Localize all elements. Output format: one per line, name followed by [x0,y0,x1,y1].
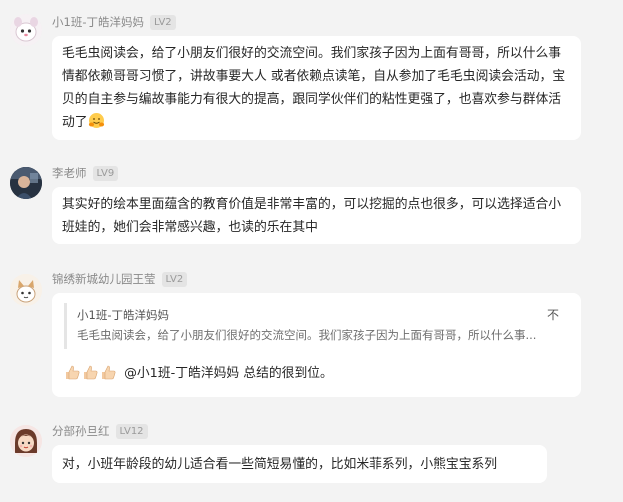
message-bubble: 对，小班年龄段的幼儿适合看一些简短易懂的，比如米菲系列，小熊宝宝系列 [52,445,547,483]
level-badge: LV2 [161,271,188,287]
message-text: @小1班-丁皓洋妈妈 总结的很到位。 [124,366,333,381]
thumbs-up-icon [100,364,117,381]
avatar[interactable] [10,274,42,306]
quoted-message[interactable]: 小1班-丁皓洋妈妈 不 毛毛虫阅读会，给了小朋友们很好的交流空间。我们家孩子因为… [64,303,569,349]
avatar[interactable] [10,425,42,457]
message-text: 毛毛虫阅读会，给了小朋友们很好的交流空间。我们家孩子因为上面有哥哥，所以什么事情… [62,46,566,130]
author-name[interactable]: 小1班-丁皓洋妈妈 [52,14,144,30]
avatar[interactable] [10,167,42,199]
avatar[interactable] [10,14,42,46]
author-name[interactable]: 锦绣新城幼儿园王莹 [52,271,156,287]
level-badge: LV9 [92,165,119,181]
quoted-text: 毛毛虫阅读会，给了小朋友们很好的交流空间。我们家孩子因为上面有哥哥，所以什么事.… [77,328,537,342]
author-line: 分部孙旦红 LV12 [52,423,148,439]
author-name[interactable]: 李老师 [52,165,87,181]
message-text: 对，小班年龄段的幼儿适合看一些简短易懂的，比如米菲系列，小熊宝宝系列 [62,457,498,472]
quoted-author: 小1班-丁皓洋妈妈 [77,308,169,322]
message-bubble: 毛毛虫阅读会，给了小朋友们很好的交流空间。我们家孩子因为上面有哥哥，所以什么事情… [52,36,581,140]
author-line: 小1班-丁皓洋妈妈 LV2 [52,14,176,30]
thumbs-up-icon [64,364,81,381]
message-text: 其实好的绘本里面蕴含的教育价值是非常丰富的，可以挖掘的点也很多，可以选择适合小班… [62,197,562,235]
message-bubble: 其实好的绘本里面蕴含的教育价值是非常丰富的，可以挖掘的点也很多，可以选择适合小班… [52,187,581,244]
author-name[interactable]: 分部孙旦红 [52,423,110,439]
author-line: 李老师 LV9 [52,165,119,181]
level-badge: LV12 [115,423,148,439]
cartoon-avatar-icon [10,14,42,46]
cartoon-girl-avatar-icon [10,425,42,457]
photo-avatar-icon [10,167,42,199]
cat-avatar-icon [10,274,42,306]
message-bubble: 小1班-丁皓洋妈妈 不 毛毛虫阅读会，给了小朋友们很好的交流空间。我们家孩子因为… [52,293,581,397]
level-badge: LV2 [149,14,176,30]
author-line: 锦绣新城幼儿园王莹 LV2 [52,271,188,287]
thumbs-up-group [64,364,118,381]
hugging-face-emoji-icon [88,112,105,129]
thumbs-up-icon [82,364,99,381]
quote-close-button[interactable]: 不 [547,305,559,325]
